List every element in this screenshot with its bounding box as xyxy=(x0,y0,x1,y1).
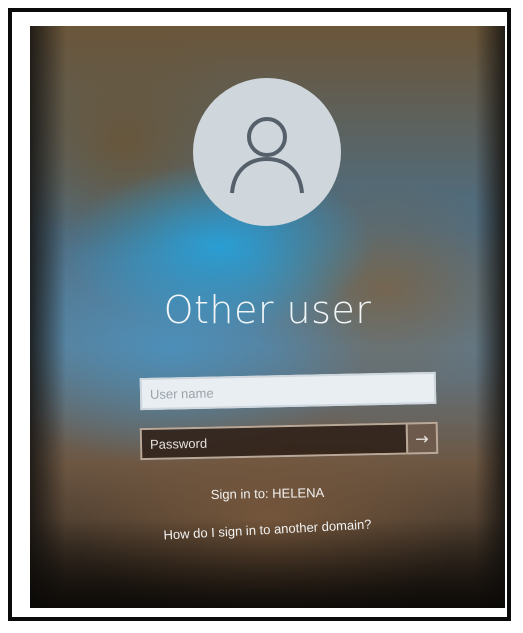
user-avatar xyxy=(193,78,341,226)
sign-in-domain-text: Sign in to: HELENA xyxy=(210,485,325,502)
account-name-title: Other user xyxy=(163,288,372,332)
login-screen: Other user → Sign in to: HELENA How do I… xyxy=(30,26,505,608)
submit-button[interactable]: → xyxy=(405,421,439,455)
user-icon xyxy=(230,117,304,194)
username-input[interactable] xyxy=(139,371,437,411)
password-row: → xyxy=(139,421,439,461)
arrow-right-icon: → xyxy=(415,428,429,448)
password-input[interactable] xyxy=(139,422,407,461)
